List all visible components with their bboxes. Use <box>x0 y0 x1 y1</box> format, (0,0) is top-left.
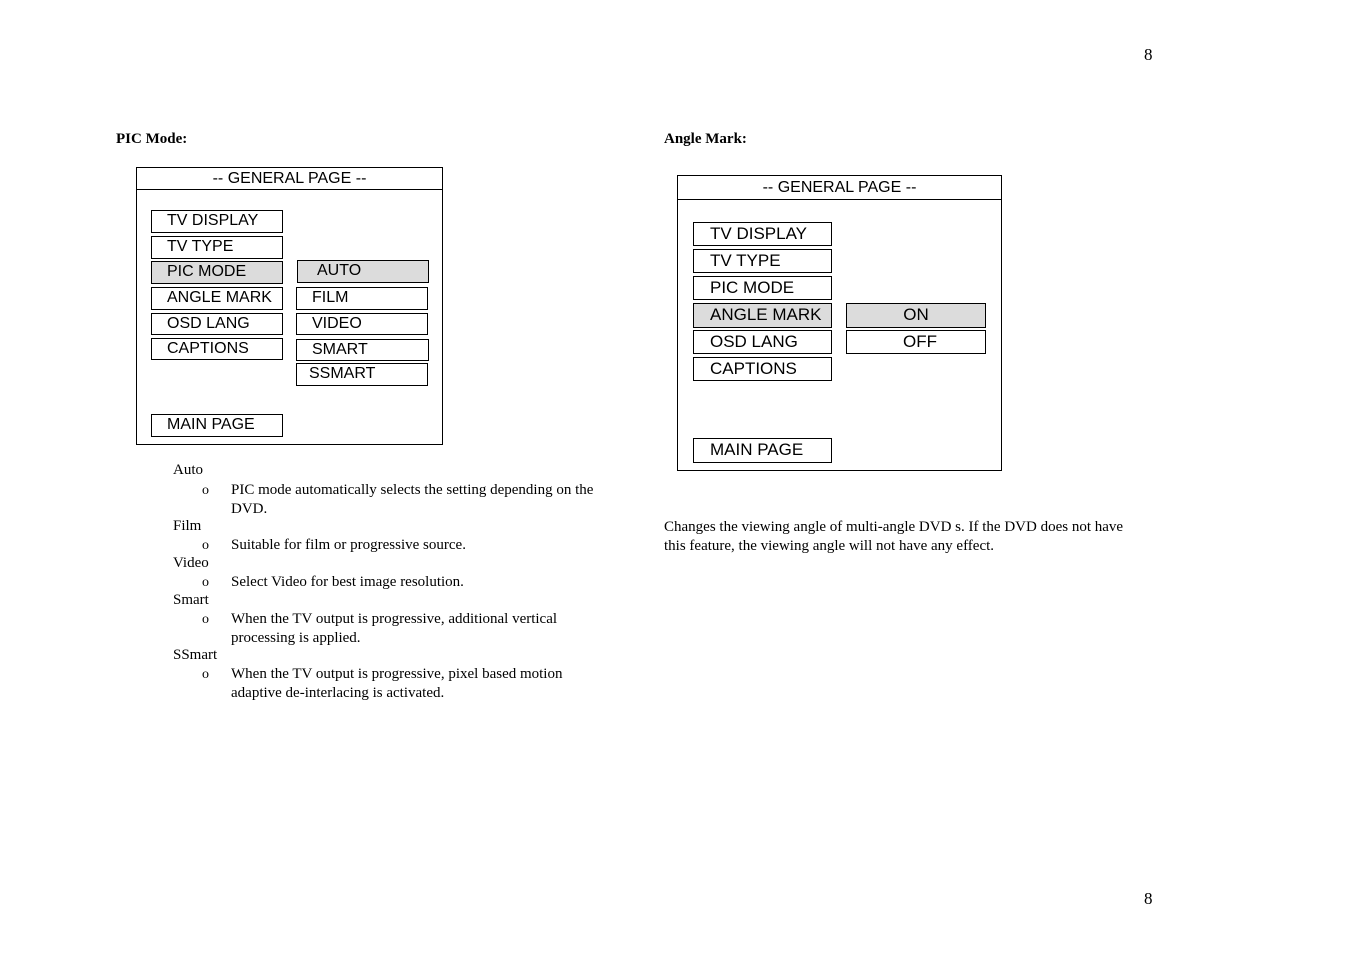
osd-title: -- GENERAL PAGE -- <box>678 176 1001 200</box>
angle-mark-description: Changes the viewing angle of multi-angle… <box>664 519 1124 554</box>
menu-item-angle-mark[interactable]: ANGLE MARK <box>693 303 832 328</box>
term-video: Video <box>173 555 209 571</box>
page-number-top: 8 <box>1144 45 1153 64</box>
term-film: Film <box>173 518 202 534</box>
menu-item-pic-mode[interactable]: PIC MODE <box>151 261 283 284</box>
angle-mark-heading: Angle Mark: <box>664 131 747 147</box>
menu-item-osd-lang[interactable]: OSD LANG <box>151 313 283 335</box>
main-page-button[interactable]: MAIN PAGE <box>693 438 832 463</box>
option-video[interactable]: VIDEO <box>296 313 428 335</box>
menu-item-captions[interactable]: CAPTIONS <box>151 338 283 360</box>
pic-mode-osd-menu: -- GENERAL PAGE -- TV DISPLAY TV TYPE PI… <box>136 167 443 445</box>
bullet-icon: o <box>202 667 209 682</box>
bullet-icon: o <box>202 483 209 498</box>
option-auto[interactable]: AUTO <box>297 260 429 283</box>
term-ssmart: SSmart <box>173 647 218 663</box>
osd-title: -- GENERAL PAGE -- <box>137 168 442 190</box>
bullet-icon: o <box>202 538 209 553</box>
term-auto: Auto <box>173 462 203 478</box>
option-on[interactable]: ON <box>846 303 986 328</box>
desc-ssmart: When the TV output is progressive, pixel… <box>231 666 563 701</box>
bullet-icon: o <box>202 612 209 627</box>
option-film[interactable]: FILM <box>296 287 428 310</box>
menu-item-tv-display[interactable]: TV DISPLAY <box>693 222 832 246</box>
menu-item-tv-display[interactable]: TV DISPLAY <box>151 210 283 233</box>
page-number-bottom: 8 <box>1144 889 1153 908</box>
menu-item-tv-type[interactable]: TV TYPE <box>693 249 832 273</box>
pic-mode-heading: PIC Mode: <box>116 131 188 147</box>
option-off[interactable]: OFF <box>846 330 986 354</box>
menu-item-tv-type[interactable]: TV TYPE <box>151 236 283 259</box>
desc-film: Suitable for film or progressive source. <box>231 537 466 553</box>
angle-mark-osd-menu: -- GENERAL PAGE -- TV DISPLAY TV TYPE PI… <box>677 175 1002 471</box>
option-ssmart[interactable]: SSMART <box>296 363 428 386</box>
desc-auto: PIC mode automatically selects the setti… <box>231 482 594 517</box>
menu-item-angle-mark[interactable]: ANGLE MARK <box>151 287 283 310</box>
desc-video: Select Video for best image resolution. <box>231 574 464 590</box>
option-smart[interactable]: SMART <box>296 339 429 361</box>
bullet-icon: o <box>202 575 209 590</box>
main-page-button[interactable]: MAIN PAGE <box>151 414 283 437</box>
term-smart: Smart <box>173 592 209 608</box>
menu-item-pic-mode[interactable]: PIC MODE <box>693 276 832 300</box>
menu-item-osd-lang[interactable]: OSD LANG <box>693 330 832 354</box>
desc-smart: When the TV output is progressive, addit… <box>231 611 558 646</box>
menu-item-captions[interactable]: CAPTIONS <box>693 357 832 381</box>
